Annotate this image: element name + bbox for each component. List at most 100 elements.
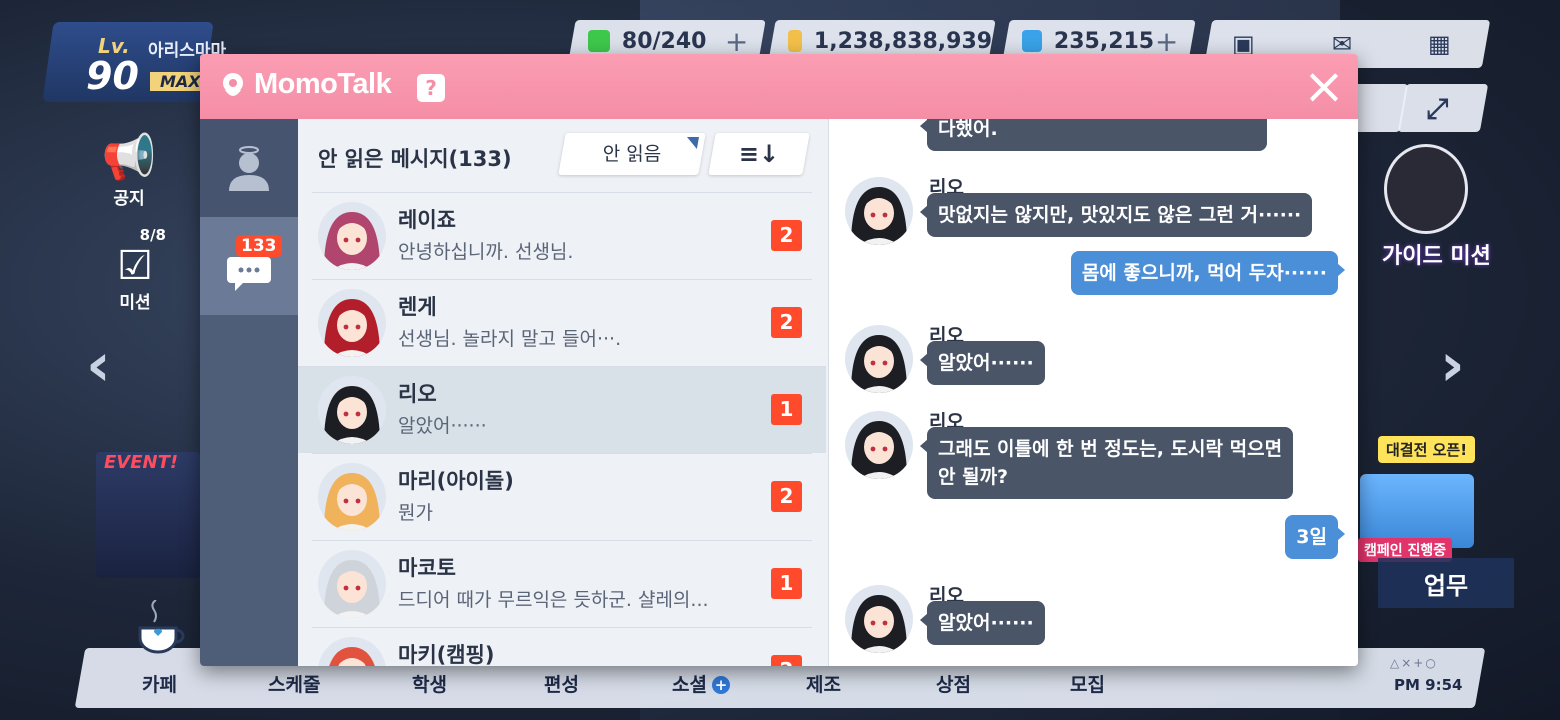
credit-value: 1,238,838,939 [813,28,992,54]
checklist-icon: ☑ [117,243,153,289]
student-avatar [318,550,386,618]
incoming-bubble: 맛없지는 않지만, 맛있지도 않은 그런 거······ [919,193,1313,237]
momotalk-window: MomoTalk ? × 133 안 읽은 메시지(133) 안 읽음 ≡↓ 레… [200,54,1358,666]
pyroxene-plus-button[interactable]: + [1155,25,1178,58]
outgoing-bubble: 3일 [1285,515,1345,559]
student-name: 마코토 [398,556,456,580]
bubble-line: 그래도 이틀에 한 번 정도는, 도시락 먹으면 [938,438,1283,460]
tab-students[interactable] [200,119,298,217]
nav-recruit[interactable]: 모집 [1070,670,1105,697]
mission-label: 미션 [119,293,151,313]
unread-count: 2 [771,307,802,338]
avatar-portrait-icon [318,289,386,357]
unread-count: 2 [771,220,802,251]
megaphone-icon: 📢 [101,132,157,183]
help-button[interactable]: ? [417,74,445,102]
sender-avatar[interactable] [845,325,913,393]
student-name: 레이죠 [398,208,456,232]
student-avatar [318,289,386,357]
work-button[interactable]: 업무 [1378,558,1514,608]
sender-portrait-icon [845,325,913,393]
conversation-row[interactable]: 렌게선생님. 놀라지 말고 들어···. 2 [312,279,812,366]
incoming-bubble: 알았어······ [920,341,1045,385]
raid-open-badge: 대결전 오픈! [1378,436,1476,463]
ap-bolt-icon [588,30,610,52]
unread-count-badge: 133 [236,235,282,257]
message-preview: 안녕하십니까. 선생님. [398,241,574,263]
message-preview: 뭔가 [398,502,433,524]
message-preview: 드디어 때가 무르익은 듯하군. 샬레의... [398,589,709,611]
pyroxene-gem-icon [1022,30,1043,52]
sort-order-button[interactable]: ≡↓ [708,133,810,175]
next-page-arrow-icon[interactable]: › [1440,330,1465,400]
conversation-list-pane: 안 읽은 메시지(133) 안 읽음 ≡↓ 레이죠 안녕하십니까. 선생님. 2 렌게… [298,119,828,666]
conversation-row[interactable]: 마키(캠핑) 2 [312,627,812,666]
event-label: EVENT! [104,452,179,473]
conversation-row[interactable]: 리오알았어······ 1 [298,366,826,453]
avatar-portrait-icon [318,463,386,531]
mission-button[interactable]: 8/8 ☑ 미션 [104,226,166,313]
message-preview: 알았어······ [398,415,487,437]
student-avatar [318,376,386,444]
chat-bubble-icon [227,257,271,291]
notice-label: 공지 [113,189,145,209]
nav-formation[interactable]: 편성 [544,670,579,697]
notice-button[interactable]: 📢 공지 [98,132,160,209]
dropdown-corner-icon [684,137,699,149]
conversation-row[interactable]: 마코토드디어 때가 무르익은 듯하군. 샬레의... 1 [312,540,812,627]
student-avatar [318,637,386,666]
bubble-line: 안 될까? [938,466,1009,488]
unread-count: 1 [771,568,802,599]
ap-value: 80/240 [622,28,707,54]
nav-crafting[interactable]: 제조 [806,670,841,697]
incoming-bubble: 그래도 이틀에 한 번 정도는, 도시락 먹으면안 될까? [919,427,1294,499]
unread-count: 2 [771,481,802,512]
chat-pane: 다했어. 리오 맛없지는 않지만, 맛있지도 않은 그런 거······ 몸에 좋으… [828,119,1358,666]
sender-avatar[interactable] [845,177,913,245]
social-plus-icon: + [712,676,730,694]
nav-students[interactable]: 학생 [412,670,447,697]
unread-count: 2 [771,655,802,666]
tab-messages[interactable]: 133 [200,217,298,315]
unread-count: 1 [771,394,802,425]
incoming-bubble: 알았어······ [920,601,1045,645]
filter-unread-button[interactable]: 안 읽음 [558,133,706,175]
nav-shop[interactable]: 상점 [936,670,971,697]
avatar-portrait-icon [318,376,386,444]
sender-portrait-icon [845,177,913,245]
sender-portrait-icon [845,411,913,479]
ap-plus-button[interactable]: + [725,25,748,58]
player-level: 90 [86,54,139,98]
clock: PM 9:54 [1394,676,1463,694]
close-button[interactable]: × [1300,61,1348,112]
conversation-row[interactable]: 마리(아이돌) 뭔가 2 [312,453,812,540]
nav-cafe[interactable]: 카페 [142,670,177,697]
message-preview: 선생님. 놀라지 말고 들어···. [398,328,622,350]
chat-bubble-partial: 다했어. [920,119,1267,151]
window-title: MomoTalk [254,68,392,100]
sender-avatar[interactable] [845,411,913,479]
prev-page-arrow-icon[interactable]: ‹ [86,330,111,400]
nav-social[interactable]: 소셜 [672,670,707,697]
guide-mission-label: 가이드 미션 [1382,244,1491,269]
menu-grid-icon[interactable]: ▦ [1428,30,1451,58]
window-header: MomoTalk ? × [200,54,1358,119]
pyroxene-value: 235,215 [1054,28,1155,54]
student-name: 렌게 [398,295,437,319]
sort-order-icon: ≡↓ [738,140,780,168]
credit-icon [788,30,802,52]
student-name: 마키(캠핑) [398,643,495,666]
conversation-row[interactable]: 레이죠안녕하십니까. 선생님. 2 [312,192,812,279]
sender-avatar[interactable] [845,585,913,653]
nav-schedule[interactable]: 스케줄 [268,670,320,697]
raid-button[interactable] [1360,474,1474,548]
guide-character-icon [1384,144,1468,234]
student-name: 리오 [398,382,437,406]
expand-icon[interactable]: ⤢ [1426,92,1448,126]
clock-symbols: △×+○ [1390,656,1438,670]
person-icon [229,146,269,191]
side-tabs: 133 [200,119,298,666]
sender-portrait-icon [845,585,913,653]
student-avatar [318,202,386,270]
cafe-cup-icon[interactable] [132,599,188,660]
